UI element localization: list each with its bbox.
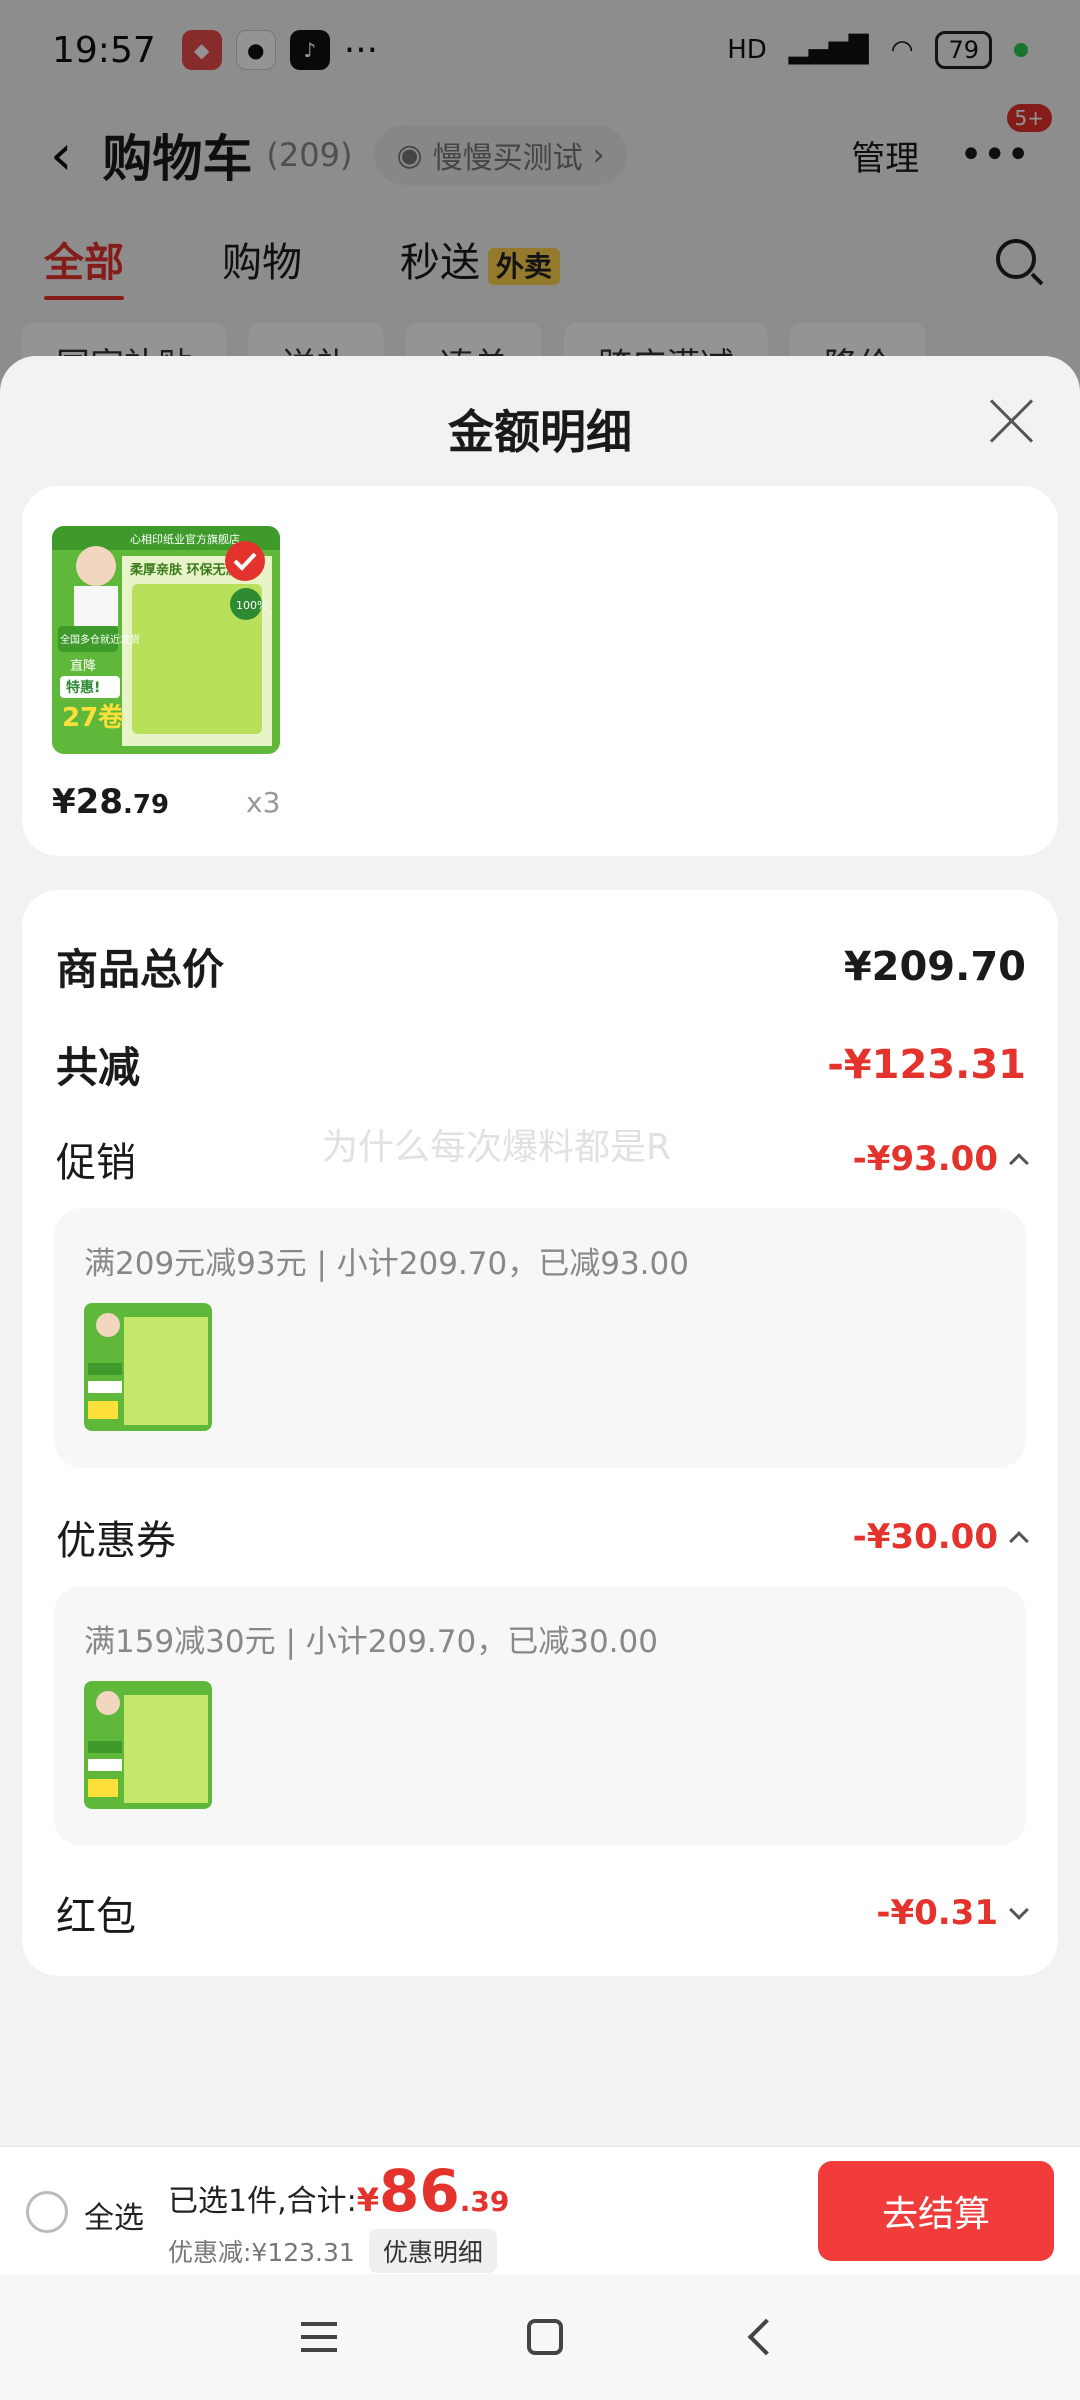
reduce-label: 共减 xyxy=(56,1043,141,1092)
chevron-up-icon xyxy=(1009,1153,1029,1173)
thumb-deal-text: 特惠! xyxy=(66,679,100,696)
redpacket-label: 红包 xyxy=(56,1894,136,1940)
home-icon[interactable] xyxy=(527,2319,563,2355)
redpacket-value: -¥0.31 xyxy=(876,1893,998,1933)
total-value: ¥209.70 xyxy=(843,943,1026,990)
thumb-percent-text: 100% xyxy=(236,599,267,612)
product-price-int: ¥28 xyxy=(52,782,123,822)
back-nav-icon[interactable] xyxy=(747,2318,785,2356)
system-nav-bar xyxy=(0,2274,1080,2400)
amount-detail-sheet: 金额明细 心相印纸业官方旗舰店 柔厚亲肤 环保无漂 100% 全国多仓就近发货 … xyxy=(0,356,1080,2146)
coupon-value: -¥30.00 xyxy=(852,1517,998,1557)
product-price: ¥28.79 xyxy=(52,782,169,822)
promo-value: -¥93.00 xyxy=(852,1139,998,1179)
coupon-detail-box: 满159减30元 | 小计209.70，已减30.00 xyxy=(54,1586,1026,1846)
selected-text: 已选1件,合计: xyxy=(168,2184,357,2219)
price-detail-card: 商品总价 ¥209.70 共减 -¥123.31 为什么每次爆料都是R 促销 -… xyxy=(22,890,1058,1976)
total-dec: .39 xyxy=(459,2185,510,2218)
thumb-drop-text: 直降 xyxy=(70,659,96,674)
product-price-dec: .79 xyxy=(122,790,170,820)
discount-line: 优惠减:¥123.31 优惠明细 xyxy=(168,2229,497,2273)
promo-product-thumb xyxy=(84,1303,212,1431)
coupon-row[interactable]: 优惠券 -¥30.00 xyxy=(56,1508,1029,1566)
discount-detail-button[interactable]: 优惠明细 xyxy=(368,2229,497,2273)
promo-desc: 满209元减93元 | 小计209.70，已减93.00 xyxy=(84,1246,689,1282)
checkout-button[interactable]: 去结算 xyxy=(818,2161,1054,2261)
coupon-desc: 满159减30元 | 小计209.70，已减30.00 xyxy=(84,1624,658,1660)
total-int: 86 xyxy=(379,2157,460,2225)
product-image[interactable]: 心相印纸业官方旗舰店 柔厚亲肤 环保无漂 100% 全国多仓就近发货 直降 特惠… xyxy=(52,526,280,754)
thumb-warehouse-text: 全国多仓就近发货 xyxy=(60,633,140,646)
discount-text: 优惠减:¥123.31 xyxy=(168,2238,355,2267)
select-all-label[interactable]: 全选 xyxy=(84,2193,144,2237)
select-all-checkbox[interactable] xyxy=(26,2191,68,2233)
sheet-title: 金额明细 xyxy=(448,405,632,459)
promo-detail-box: 满209元减93元 | 小计209.70，已减93.00 xyxy=(54,1208,1026,1468)
product-card: 心相印纸业官方旗舰店 柔厚亲肤 环保无漂 100% 全国多仓就近发货 直降 特惠… xyxy=(22,486,1058,856)
total-row: 商品总价 ¥209.70 xyxy=(56,936,1026,997)
thumb-slogan-text: 柔厚亲肤 环保无漂 xyxy=(129,562,239,578)
selected-summary: 已选1件,合计: ¥ 86 .39 xyxy=(168,2157,509,2225)
chevron-up-icon xyxy=(1009,1531,1029,1551)
checkout-bar: 全选 已选1件,合计: ¥ 86 .39 优惠减:¥123.31 优惠明细 去结… xyxy=(0,2146,1080,2274)
total-yen: ¥ xyxy=(356,2181,379,2219)
chevron-down-icon xyxy=(1009,1900,1029,1920)
promo-label: 促销 xyxy=(56,1140,136,1186)
promo-row[interactable]: 促销 -¥93.00 xyxy=(56,1130,1029,1188)
redpacket-row[interactable]: 红包 -¥0.31 xyxy=(56,1884,1029,1942)
close-icon[interactable] xyxy=(988,396,1036,444)
selected-check-icon xyxy=(225,541,265,581)
coupon-product-thumb xyxy=(84,1681,212,1809)
reduce-value: -¥123.31 xyxy=(827,1041,1026,1088)
total-label: 商品总价 xyxy=(56,945,225,994)
thumb-rolls-text: 27卷 xyxy=(62,703,125,733)
product-quantity: x3 xyxy=(246,786,281,819)
reduce-row: 共减 -¥123.31 xyxy=(56,1034,1026,1095)
recent-apps-icon[interactable] xyxy=(301,2322,337,2352)
coupon-label: 优惠券 xyxy=(56,1518,176,1564)
